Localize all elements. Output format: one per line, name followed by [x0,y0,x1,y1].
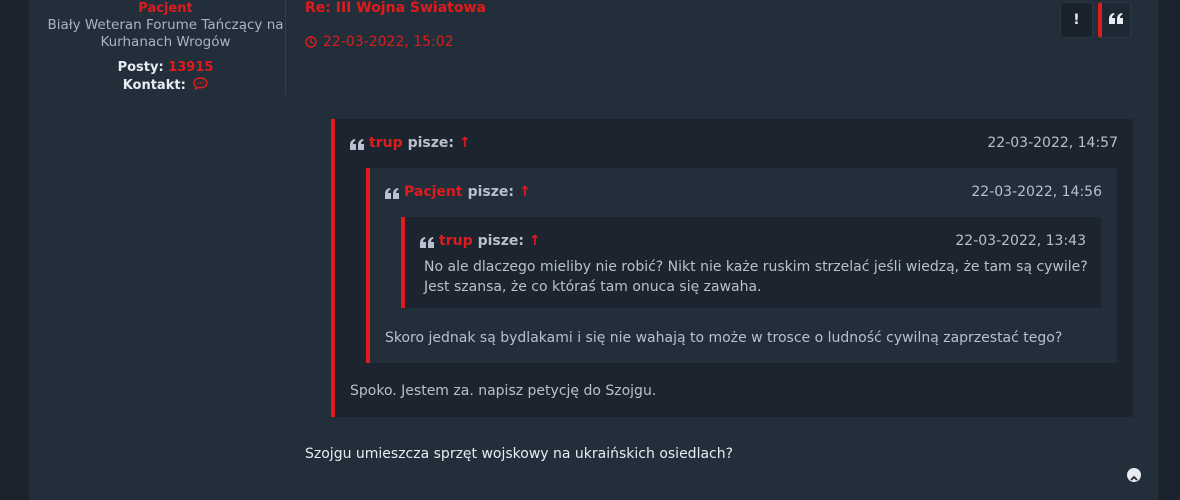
quote-date: 22-03-2022, 14:57 [987,135,1118,151]
contact-label: Kontakt: [122,78,186,93]
post-body: Szojgu umieszcza sprzęt wojskowy na ukra… [305,446,734,462]
quote-author-link[interactable]: trup [369,135,403,151]
posts-label: Posty: [117,60,164,75]
quote-date: 22-03-2022, 14:56 [971,184,1102,200]
author-rank: Biały Weteran Forume Tańczący na Kurhana… [47,17,284,50]
author-posts: Posty: 13915 [46,60,285,75]
author-username[interactable]: Pacjent [46,1,285,16]
go-to-post-arrow[interactable]: ↑ [529,233,541,249]
quote-text: Skoro jednak są bydlakami i się nie waha… [385,330,1063,346]
back-to-top-button[interactable] [1127,468,1141,482]
quote-header: trup pisze: ↑ [420,233,541,249]
chevron-up-icon [1130,466,1138,485]
post-date: 22-03-2022, 15:02 [305,34,454,50]
quote-header: Pacjent pisze: ↑ [385,184,531,200]
clock-icon [305,36,317,48]
post-title[interactable]: Re: III Wojna Światowa [305,0,486,16]
author-contact: Kontakt: [46,77,285,94]
quote-text: No ale dlaczego mieliby nie robić? Nikt … [424,257,1094,297]
quote-writes-label: pisze: [467,184,514,200]
page-gutter-right [1158,0,1180,500]
quote-header: trup pisze: ↑ [350,135,471,151]
post-date-text: 22-03-2022, 15:02 [323,34,454,50]
quote-author-link[interactable]: Pacjent [404,184,463,200]
quote-block-inner: trup pisze: ↑ 22-03-2022, 13:43 No ale d… [401,217,1101,308]
quote-icon [1109,12,1123,28]
quote-text-line: Jest szansa, że co któraś tam onuca się … [424,279,762,295]
quote-icon [420,236,434,248]
go-to-post-arrow[interactable]: ↑ [459,135,471,151]
quote-block-middle: Pacjent pisze: ↑ 22-03-2022, 14:56 trup … [366,168,1117,363]
chat-bubble-icon[interactable] [193,77,208,94]
posts-count[interactable]: 13915 [168,60,213,75]
quote-icon [385,187,399,199]
quote-icon [350,138,364,150]
quote-block-outer: trup pisze: ↑ 22-03-2022, 14:57 Pacjent … [331,119,1133,417]
quote-button[interactable] [1098,2,1131,38]
exclamation-icon: ! [1073,12,1080,28]
quote-writes-label: pisze: [477,233,524,249]
quote-text: Spoko. Jestem za. napisz petycję do Szoj… [350,383,657,399]
go-to-post-arrow[interactable]: ↑ [519,184,531,200]
page-gutter-left [0,0,29,500]
post-author-profile: Pacjent Biały Weteran Forume Tańczący na… [46,0,286,94]
quote-text-line: No ale dlaczego mieliby nie robić? Nikt … [424,259,1088,275]
quote-author-link[interactable]: trup [439,233,473,249]
quote-writes-label: pisze: [407,135,454,151]
report-button[interactable]: ! [1060,2,1093,38]
quote-date: 22-03-2022, 13:43 [955,233,1086,249]
